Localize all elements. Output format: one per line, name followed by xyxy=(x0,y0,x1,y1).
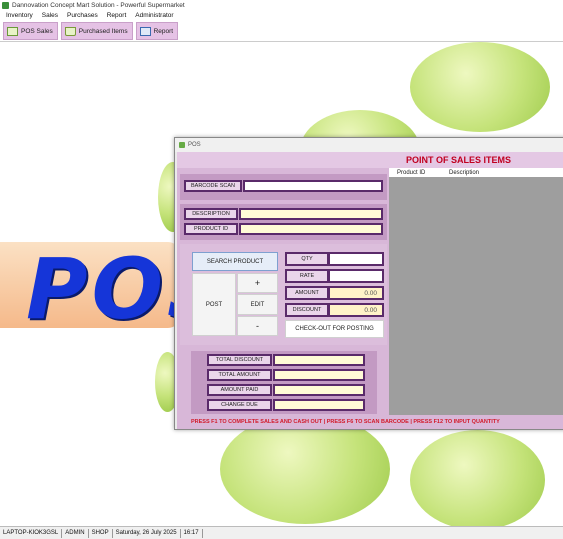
description-section: DESCRIPTION PRODUCT ID xyxy=(180,204,387,240)
report-label: Report xyxy=(153,27,174,35)
pos-header: POINT OF SALES ITEMS xyxy=(177,152,563,168)
title-bar: Dannovation Concept Mart Solution - Powe… xyxy=(0,0,563,10)
items-grid[interactable]: Product ID Description xyxy=(389,168,563,415)
search-product-button[interactable]: SEARCH PRODUCT xyxy=(192,252,278,271)
pos-window: POS POINT OF SALES ITEMS BARCODE SCAN DE… xyxy=(174,137,563,430)
change-due-label: CHANGE DUE xyxy=(207,399,272,411)
barcode-input[interactable] xyxy=(243,180,383,192)
amount-label: AMOUNT xyxy=(285,286,329,300)
main-window: Dannovation Concept Mart Solution - Powe… xyxy=(0,0,563,539)
window-title: Dannovation Concept Mart Solution - Powe… xyxy=(12,1,185,9)
amount-paid-label: AMOUNT PAID xyxy=(207,384,272,396)
description-label: DESCRIPTION xyxy=(184,208,238,220)
total-discount-label: TOTAL DISCOUNT xyxy=(207,354,272,366)
toolbar: POS Sales Purchased Items Report xyxy=(0,21,563,42)
report-icon xyxy=(139,26,151,36)
menu-purchases[interactable]: Purchases xyxy=(67,12,98,19)
status-time: 16:17 xyxy=(181,528,203,538)
checkout-button[interactable]: CHECK-OUT FOR POSTING xyxy=(285,320,384,338)
qty-input[interactable] xyxy=(328,252,384,266)
amount-value: 0.00 xyxy=(328,286,384,300)
plus-button[interactable]: + xyxy=(237,273,278,293)
minus-button[interactable]: - xyxy=(237,316,278,336)
shortcut-hint: PRESS F1 TO COMPLETE SALES AND CASH OUT … xyxy=(177,415,563,429)
status-user: ADMIN xyxy=(62,528,89,538)
menu-sales[interactable]: Sales xyxy=(42,12,58,19)
menu-administrator[interactable]: Administrator xyxy=(135,12,173,19)
pos-sales-label: POS Sales xyxy=(21,27,53,35)
discount-label: DISCOUNT xyxy=(285,303,329,317)
qty-label: QTY xyxy=(285,252,329,266)
status-date: Saturday, 26 July 2025 xyxy=(113,528,181,538)
totals-section: TOTAL DISCOUNT TOTAL AMOUNT AMOUNT PAID … xyxy=(191,351,377,414)
product-id-field[interactable] xyxy=(239,223,383,235)
grid-header: Product ID Description xyxy=(389,168,563,177)
amount-paid-field[interactable] xyxy=(273,384,365,396)
status-location: SHOP xyxy=(89,528,113,538)
menu-report[interactable]: Report xyxy=(107,12,127,19)
app-icon xyxy=(2,1,9,9)
rate-input[interactable] xyxy=(328,269,384,283)
status-machine: LAPTOP-KIOK3GSL xyxy=(0,528,63,538)
total-amount-field xyxy=(273,369,365,381)
purchased-items-label: Purchased Items xyxy=(78,27,128,35)
menu-bar: Inventory Sales Purchases Report Adminis… xyxy=(0,10,563,21)
discount-value[interactable]: 0.00 xyxy=(328,303,384,317)
status-bar: LAPTOP-KIOK3GSL ADMIN SHOP Saturday, 26 … xyxy=(0,526,563,539)
total-amount-label: TOTAL AMOUNT xyxy=(207,369,272,381)
change-due-field xyxy=(273,399,365,411)
edit-button[interactable]: EDIT xyxy=(237,294,278,315)
petal-bottom xyxy=(410,430,545,526)
pos-sales-button[interactable]: POS Sales xyxy=(3,22,58,40)
grid-column-product-id[interactable]: Product ID xyxy=(389,170,449,176)
barcode-label: BARCODE SCAN xyxy=(184,180,242,192)
grid-column-description[interactable]: Description xyxy=(449,170,479,176)
pos-window-title: POS xyxy=(188,142,201,148)
total-discount-field xyxy=(273,354,365,366)
pos-window-title-bar: POS xyxy=(175,138,563,152)
cart-icon xyxy=(64,26,76,36)
petal-top xyxy=(410,42,550,132)
post-button[interactable]: POST xyxy=(192,273,236,336)
pos-icon xyxy=(7,26,18,36)
pos-window-icon xyxy=(179,142,185,148)
controls-section: SEARCH PRODUCT POST + EDIT - QTY RATE AM… xyxy=(180,244,387,345)
menu-inventory[interactable]: Inventory xyxy=(6,12,33,19)
barcode-section: BARCODE SCAN xyxy=(180,174,387,200)
purchased-items-button[interactable]: Purchased Items xyxy=(60,22,133,40)
report-button[interactable]: Report xyxy=(135,22,179,40)
pos-panel: POINT OF SALES ITEMS BARCODE SCAN DESCRI… xyxy=(177,152,563,429)
rate-label: RATE xyxy=(285,269,329,283)
product-id-label: PRODUCT ID xyxy=(184,223,238,235)
petal-bottom-left xyxy=(220,414,390,524)
description-field[interactable] xyxy=(239,208,383,220)
